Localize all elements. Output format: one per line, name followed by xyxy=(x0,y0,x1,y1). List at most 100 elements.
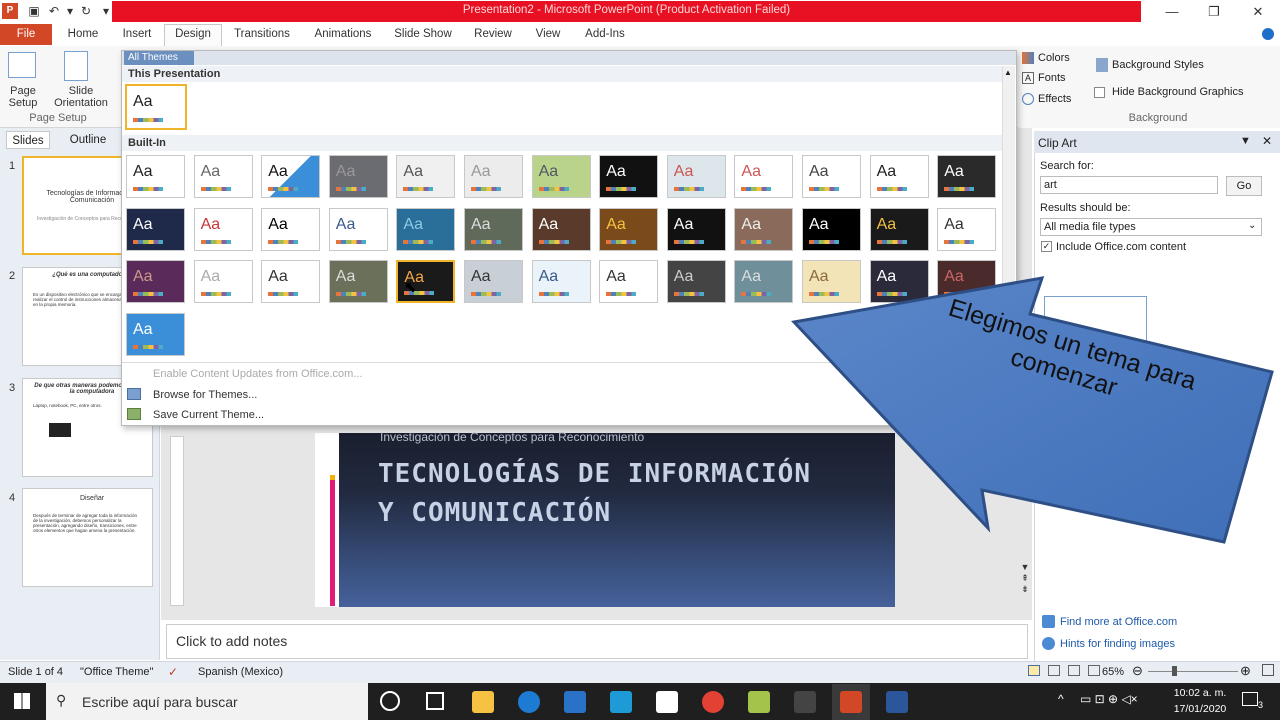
zoom-out-icon[interactable]: ⊖ xyxy=(1132,663,1143,679)
mail-icon[interactable] xyxy=(656,691,678,713)
theme-option[interactable]: Aa xyxy=(531,207,591,251)
clock-date[interactable]: 17/01/2020 xyxy=(1172,703,1228,715)
include-checkbox[interactable]: ✓ xyxy=(1041,241,1052,252)
tab-slides[interactable]: Slides xyxy=(6,131,50,149)
tray-chevron-icon[interactable]: ^ xyxy=(1058,692,1064,706)
undo-icon[interactable]: ↶ xyxy=(46,3,62,19)
pane-options-icon[interactable]: ▼ xyxy=(1240,135,1251,147)
word-taskbar-icon[interactable] xyxy=(886,691,908,713)
windows-start-icon[interactable] xyxy=(14,693,30,709)
fit-to-window-icon[interactable] xyxy=(1262,664,1274,676)
spellcheck-icon[interactable]: ✓ xyxy=(168,665,178,679)
task-view-icon[interactable] xyxy=(426,692,444,710)
search-input[interactable]: art xyxy=(1040,176,1218,194)
store-icon[interactable] xyxy=(564,691,586,713)
colors-button[interactable]: Colors xyxy=(1038,52,1070,64)
save-icon[interactable]: ▣ xyxy=(26,3,42,19)
theme-option[interactable]: Aa xyxy=(126,260,185,303)
colors-icon[interactable] xyxy=(1022,52,1034,64)
tab-add-ins[interactable]: Add-Ins xyxy=(578,24,632,45)
tab-home[interactable]: Home xyxy=(62,24,104,45)
app-green-icon[interactable] xyxy=(748,691,770,713)
effects-icon[interactable] xyxy=(1022,93,1034,105)
app-l-icon[interactable] xyxy=(610,691,632,713)
file-explorer-icon[interactable] xyxy=(472,691,494,713)
theme-option[interactable]: Aa xyxy=(666,155,726,198)
theme-option[interactable]: Aa xyxy=(734,155,794,198)
theme-option[interactable]: Aa xyxy=(599,155,659,198)
theme-option[interactable]: Aa xyxy=(464,260,523,303)
theme-option[interactable]: Aa xyxy=(193,207,253,251)
theme-option[interactable]: Aa xyxy=(869,155,929,198)
zoom-slider-thumb[interactable] xyxy=(1172,666,1177,676)
maximize-icon[interactable]: ❐ xyxy=(1192,0,1236,24)
all-themes-filter[interactable]: All Themes xyxy=(124,51,194,65)
effects-button[interactable]: Effects xyxy=(1038,93,1071,105)
tab-view[interactable]: View xyxy=(530,24,566,45)
hide-bg-checkbox[interactable] xyxy=(1094,87,1105,98)
page-setup-button[interactable]: Page Setup xyxy=(2,85,44,109)
theme-option[interactable]: Aa xyxy=(531,260,591,303)
theme-option[interactable]: Aa xyxy=(396,207,456,251)
save-theme-item[interactable]: Save Current Theme... xyxy=(153,409,264,421)
theme-option[interactable]: Aa xyxy=(802,155,861,198)
background-styles-button[interactable]: Background Styles xyxy=(1112,59,1204,71)
tab-animations[interactable]: Animations xyxy=(308,24,378,45)
powerpoint-taskbar-icon[interactable] xyxy=(840,691,862,713)
app-dark-icon[interactable] xyxy=(794,691,816,713)
theme-option[interactable]: Aa xyxy=(869,207,929,251)
theme-current[interactable]: Aa xyxy=(125,84,187,130)
zoom-in-icon[interactable]: ⊕ xyxy=(1240,663,1251,679)
theme-option[interactable]: Aa xyxy=(126,312,185,356)
theme-option[interactable]: Aa xyxy=(193,260,253,303)
theme-option[interactable]: Aa xyxy=(126,207,185,251)
normal-view-icon[interactable] xyxy=(1028,665,1040,676)
theme-option[interactable]: Aa xyxy=(937,155,997,198)
slide-sorter-icon[interactable] xyxy=(1048,665,1060,676)
tray-icons[interactable]: ▭ ⊡ ⊕ ◁× xyxy=(1080,692,1138,706)
find-more-link[interactable]: Find more at Office.com xyxy=(1060,616,1177,628)
theme-option[interactable]: Aa xyxy=(464,207,523,251)
edge-icon[interactable] xyxy=(518,691,540,713)
theme-option[interactable]: Aa xyxy=(599,260,659,303)
theme-option[interactable]: Aa xyxy=(193,155,253,198)
language[interactable]: Spanish (Mexico) xyxy=(198,666,283,678)
slide-thumbnail-4[interactable]: Diseñar Después de terminar de agregar t… xyxy=(22,488,153,587)
tab-file[interactable]: File xyxy=(0,24,52,45)
fonts-icon[interactable]: A xyxy=(1022,72,1034,84)
go-button[interactable]: Go xyxy=(1226,176,1262,196)
theme-option[interactable]: Aa xyxy=(261,260,321,303)
chrome-icon[interactable] xyxy=(702,691,724,713)
tab-transitions[interactable]: Transitions xyxy=(228,24,296,45)
hints-link[interactable]: Hints for finding images xyxy=(1060,638,1175,650)
notes-placeholder[interactable]: Click to add notes xyxy=(176,633,287,649)
close-icon[interactable]: ✕ xyxy=(1236,0,1280,24)
scroll-up-icon[interactable]: ▲ xyxy=(1004,68,1012,77)
slide-subtitle[interactable]: Investigación de Conceptos para Reconoci… xyxy=(380,430,644,444)
chevron-down-icon[interactable]: ⌄ xyxy=(1248,220,1256,231)
theme-option[interactable]: Aa xyxy=(261,155,321,198)
theme-option[interactable]: Aa xyxy=(531,155,591,198)
slideshow-view-icon[interactable] xyxy=(1088,665,1100,676)
reading-view-icon[interactable] xyxy=(1068,665,1080,676)
fonts-button[interactable]: Fonts xyxy=(1038,72,1066,84)
background-styles-icon[interactable] xyxy=(1096,58,1108,72)
theme-option[interactable]: Aa xyxy=(126,155,185,198)
theme-option[interactable]: Aa xyxy=(937,207,997,251)
theme-option[interactable]: Aa xyxy=(396,155,456,198)
zoom-level[interactable]: 65% xyxy=(1102,666,1124,678)
undo-dropdown-icon[interactable]: ▾ xyxy=(62,3,78,19)
slide-orientation-button[interactable]: Slide Orientation xyxy=(52,85,110,109)
minimize-icon[interactable]: — xyxy=(1150,0,1194,24)
tab-outline[interactable]: Outline xyxy=(58,131,118,149)
theme-option[interactable]: Aa xyxy=(328,207,388,251)
theme-option[interactable]: Aa xyxy=(666,207,726,251)
notification-icon[interactable] xyxy=(1242,692,1258,706)
tab-slide-show[interactable]: Slide Show xyxy=(390,24,456,45)
browse-themes-item[interactable]: Browse for Themes... xyxy=(153,389,257,401)
theme-option[interactable]: Aa xyxy=(261,207,321,251)
clock-time[interactable]: 10:02 a. m. xyxy=(1172,687,1228,699)
results-select[interactable]: All media file types xyxy=(1040,218,1262,236)
help-icon[interactable] xyxy=(1262,28,1274,40)
theme-option[interactable]: Aa xyxy=(599,207,659,251)
